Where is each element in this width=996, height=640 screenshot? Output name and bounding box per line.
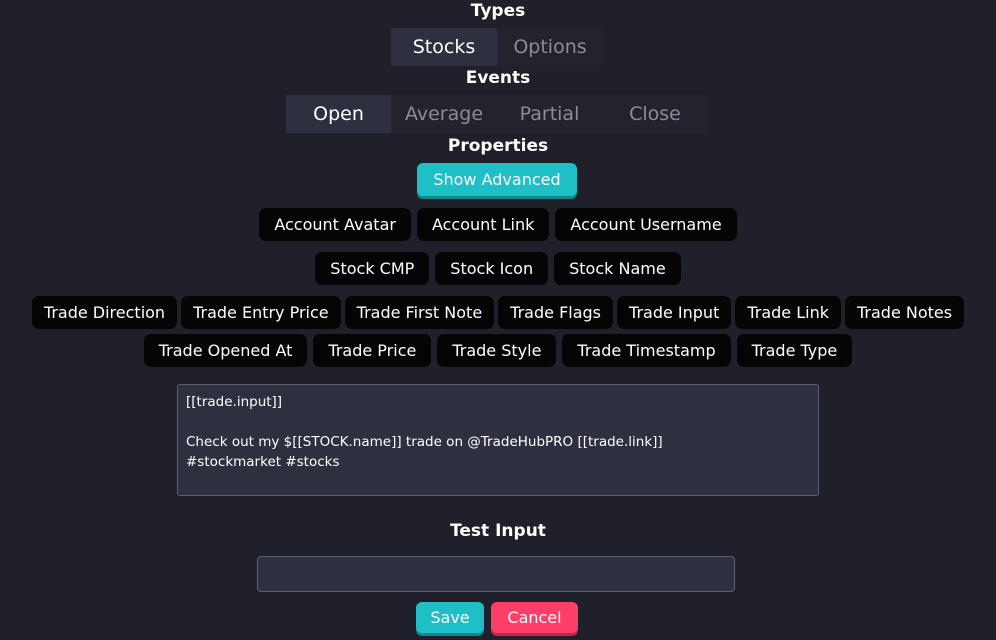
- event-option-partial[interactable]: Partial: [497, 95, 602, 133]
- property-trade-style[interactable]: Trade Style: [437, 334, 557, 367]
- event-option-close[interactable]: Close: [602, 95, 708, 133]
- type-option-options[interactable]: Options: [497, 28, 603, 66]
- cancel-button[interactable]: Cancel: [491, 602, 578, 633]
- trade-properties-row-1: Trade Direction Trade Entry Price Trade …: [0, 296, 996, 329]
- type-option-stocks[interactable]: Stocks: [391, 28, 497, 66]
- test-input-field[interactable]: [257, 556, 735, 592]
- event-option-open[interactable]: Open: [286, 95, 391, 133]
- properties-heading: Properties: [447, 136, 549, 156]
- event-option-average[interactable]: Average: [391, 95, 497, 133]
- property-trade-type[interactable]: Trade Type: [736, 334, 853, 367]
- property-trade-price[interactable]: Trade Price: [313, 334, 432, 367]
- property-trade-timestamp[interactable]: Trade Timestamp: [562, 334, 731, 367]
- types-heading: Types: [470, 1, 526, 21]
- property-stock-cmp[interactable]: Stock CMP: [315, 252, 430, 285]
- property-account-username[interactable]: Account Username: [555, 208, 737, 241]
- page: Types Stocks Options Events Open Average…: [0, 0, 996, 640]
- property-trade-flags[interactable]: Trade Flags: [498, 296, 614, 329]
- property-trade-input[interactable]: Trade Input: [617, 296, 732, 329]
- property-trade-entry-price[interactable]: Trade Entry Price: [181, 296, 341, 329]
- property-trade-direction[interactable]: Trade Direction: [31, 296, 178, 329]
- account-properties-row: Account Avatar Account Link Account User…: [0, 208, 996, 241]
- events-segmented-control: Open Average Partial Close: [286, 95, 708, 133]
- property-trade-link[interactable]: Trade Link: [735, 296, 841, 329]
- test-input-heading: Test Input: [450, 521, 546, 541]
- types-segmented-control: Stocks Options: [391, 28, 603, 66]
- property-trade-opened-at[interactable]: Trade Opened At: [143, 334, 308, 367]
- save-button[interactable]: Save: [416, 602, 484, 633]
- property-stock-name[interactable]: Stock Name: [554, 252, 681, 285]
- events-heading: Events: [465, 68, 531, 88]
- trade-properties-row-2: Trade Opened At Trade Price Trade Style …: [0, 334, 996, 367]
- property-account-avatar[interactable]: Account Avatar: [259, 208, 411, 241]
- property-trade-first-note[interactable]: Trade First Note: [344, 296, 495, 329]
- template-textarea[interactable]: [[trade.input]] Check out my $[[STOCK.na…: [177, 384, 819, 496]
- show-advanced-button[interactable]: Show Advanced: [417, 163, 577, 196]
- stock-properties-row: Stock CMP Stock Icon Stock Name: [0, 252, 996, 285]
- property-stock-icon[interactable]: Stock Icon: [435, 252, 549, 285]
- property-trade-notes[interactable]: Trade Notes: [845, 296, 965, 329]
- property-account-link[interactable]: Account Link: [416, 208, 550, 241]
